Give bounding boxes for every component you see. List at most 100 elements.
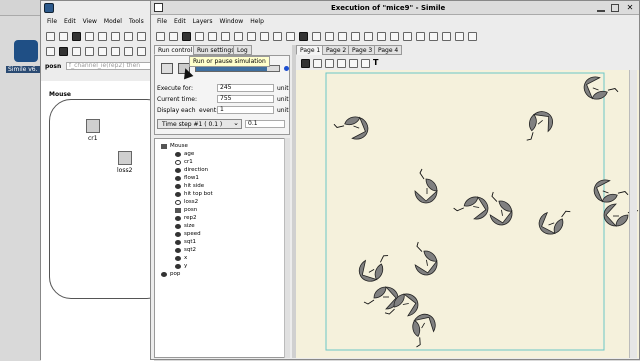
open-icon[interactable] bbox=[59, 32, 68, 41]
submodel-tool-icon[interactable] bbox=[98, 47, 107, 56]
graph-icon[interactable] bbox=[338, 32, 347, 41]
tab-page-2[interactable]: Page 2 bbox=[322, 45, 351, 55]
flow-tool-icon[interactable] bbox=[72, 47, 81, 56]
print-icon[interactable] bbox=[85, 32, 94, 41]
copy-icon[interactable] bbox=[111, 32, 120, 41]
copy-icon[interactable] bbox=[195, 32, 204, 41]
timestep-input[interactable]: 0.1 bbox=[245, 120, 285, 128]
map-icon[interactable] bbox=[312, 32, 321, 41]
delete-icon[interactable] bbox=[221, 32, 230, 41]
tree-item[interactable]: speed bbox=[175, 231, 201, 237]
menu-file[interactable]: File bbox=[47, 18, 57, 25]
tree-item[interactable]: cr1 bbox=[175, 159, 193, 165]
table-icon[interactable] bbox=[286, 32, 295, 41]
creation-node-icon[interactable] bbox=[86, 119, 100, 133]
pan-icon[interactable] bbox=[325, 59, 334, 68]
print-icon[interactable] bbox=[234, 32, 243, 41]
tree-item[interactable]: loss2 bbox=[175, 199, 198, 205]
list-icon[interactable] bbox=[364, 32, 373, 41]
simile-icon[interactable] bbox=[44, 3, 54, 13]
save-icon[interactable] bbox=[72, 32, 81, 41]
timestep-select[interactable]: Time step #1 ( 0.1 ) ⌄ bbox=[157, 119, 242, 129]
chart-icon[interactable] bbox=[455, 32, 464, 41]
clock-icon[interactable] bbox=[416, 32, 425, 41]
menu-file[interactable]: File bbox=[157, 18, 167, 25]
undo-icon[interactable] bbox=[137, 32, 146, 41]
tree-item[interactable]: flow1 bbox=[175, 175, 199, 181]
check-icon[interactable] bbox=[468, 32, 477, 41]
tab-page-1[interactable]: Page 1 bbox=[296, 45, 325, 55]
tab-page-4[interactable]: Page 4 bbox=[374, 45, 403, 55]
text-icon[interactable] bbox=[377, 32, 386, 41]
menu-window[interactable]: Window bbox=[220, 18, 244, 25]
menu-edit[interactable]: Edit bbox=[64, 18, 76, 25]
tree-item[interactable]: Mouse bbox=[161, 143, 188, 149]
loss-tool-icon[interactable] bbox=[137, 47, 146, 56]
reset-button[interactable] bbox=[161, 63, 173, 74]
minimize-icon[interactable] bbox=[597, 4, 605, 12]
menu-layers[interactable]: Layers bbox=[193, 18, 213, 25]
tab-log[interactable]: Log bbox=[233, 45, 252, 55]
save-icon[interactable] bbox=[182, 32, 191, 41]
variable-tool-icon[interactable] bbox=[59, 47, 68, 56]
display-each-input[interactable]: 1 bbox=[217, 106, 274, 114]
zoom-in-icon[interactable] bbox=[337, 59, 346, 68]
cut-icon[interactable] bbox=[98, 32, 107, 41]
pointer-icon[interactable] bbox=[313, 59, 322, 68]
menu-edit[interactable]: Edit bbox=[174, 18, 186, 25]
tree-item[interactable]: direction bbox=[175, 167, 208, 173]
lollipop-icon[interactable] bbox=[351, 32, 360, 41]
plot-icon[interactable] bbox=[299, 32, 308, 41]
menu-help[interactable]: Help bbox=[250, 18, 264, 25]
tree-item[interactable]: size bbox=[175, 223, 195, 229]
canvas-scrollbar-vertical[interactable] bbox=[629, 70, 637, 358]
text-tool-icon[interactable]: T bbox=[373, 59, 382, 68]
record-icon[interactable] bbox=[325, 32, 334, 41]
new-icon[interactable] bbox=[46, 32, 55, 41]
tree-scrollbar[interactable] bbox=[284, 138, 290, 358]
tree-item[interactable]: age bbox=[175, 151, 194, 157]
close-icon[interactable]: ✕ bbox=[625, 3, 635, 13]
tree-item[interactable]: y bbox=[175, 263, 187, 269]
event-tool-icon[interactable] bbox=[111, 47, 120, 56]
mice-canvas[interactable] bbox=[296, 70, 639, 358]
zoom-out-icon[interactable] bbox=[349, 59, 358, 68]
arrow-icon[interactable] bbox=[442, 32, 451, 41]
creation-tool-icon[interactable] bbox=[124, 47, 133, 56]
window-icon[interactable] bbox=[429, 32, 438, 41]
tree-item[interactable]: posn bbox=[175, 207, 197, 213]
execute-for-input[interactable]: 245 bbox=[217, 84, 274, 92]
paste-icon[interactable] bbox=[124, 32, 133, 41]
tab-run-settings[interactable]: Run settings bbox=[193, 45, 239, 55]
tree-item[interactable]: hit top bot bbox=[175, 191, 213, 197]
rectangle-icon[interactable] bbox=[361, 59, 370, 68]
image-icon[interactable] bbox=[247, 32, 256, 41]
tab-run-control[interactable]: Run control bbox=[154, 45, 197, 55]
new-icon[interactable] bbox=[156, 32, 165, 41]
zoom-icon[interactable] bbox=[260, 32, 269, 41]
maximize-icon[interactable] bbox=[611, 4, 619, 12]
tab-page-3[interactable]: Page 3 bbox=[348, 45, 377, 55]
simulation-display-area[interactable] bbox=[296, 70, 639, 358]
equation-field[interactable]: f_channel_ie(rep2) then bbox=[66, 62, 154, 70]
tree-item[interactable]: pop bbox=[161, 271, 180, 277]
tree-item[interactable]: sqt1 bbox=[175, 239, 196, 245]
grid-icon[interactable] bbox=[273, 32, 282, 41]
menu-model[interactable]: Model bbox=[104, 18, 122, 25]
current-time-input[interactable]: 755 bbox=[217, 95, 274, 103]
menu-tools[interactable]: Tools bbox=[129, 18, 144, 25]
tree-item[interactable]: x bbox=[175, 255, 187, 261]
tree-item[interactable]: rep2 bbox=[175, 215, 197, 221]
tree-item[interactable]: sqt2 bbox=[175, 247, 196, 253]
menu-view[interactable]: View bbox=[83, 18, 97, 25]
compartment-tool-icon[interactable] bbox=[46, 47, 55, 56]
model-canvas[interactable]: Mouse cr1 loss2 bbox=[41, 81, 169, 361]
grid2-icon[interactable] bbox=[390, 32, 399, 41]
open-icon[interactable] bbox=[169, 32, 178, 41]
influence-tool-icon[interactable] bbox=[85, 47, 94, 56]
tree-item[interactable]: hit side bbox=[175, 183, 204, 189]
save-icon[interactable] bbox=[301, 59, 310, 68]
paste-icon[interactable] bbox=[208, 32, 217, 41]
bars-icon[interactable] bbox=[403, 32, 412, 41]
loss-node-icon[interactable] bbox=[118, 151, 132, 165]
